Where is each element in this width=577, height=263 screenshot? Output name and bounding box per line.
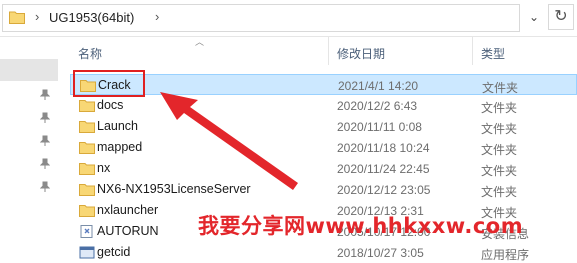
folder-icon [9,11,25,24]
file-type: 文件夹 [481,185,518,199]
file-type: 文件夹 [481,122,518,136]
pin-icon[interactable] [40,89,50,101]
file-row[interactable]: NX6-NX1953LicenseServer 2020/12/12 23:05 文… [70,179,577,200]
pin-icon[interactable] [40,181,50,193]
folder-icon [79,162,95,175]
file-type: 文件夹 [482,81,519,95]
file-name[interactable]: getcid [97,245,130,259]
file-date: 2020/12/2 6:43 [337,99,418,113]
folder-icon [79,204,95,217]
column-divider[interactable] [328,37,329,65]
column-type[interactable]: 类型 [481,45,505,62]
folder-icon [79,141,95,154]
file-date: 2021/4/1 14:20 [338,79,419,93]
file-name[interactable]: Launch [97,119,138,133]
file-name[interactable]: docs [97,98,123,112]
folder-icon [79,99,95,112]
folder-icon [79,183,95,196]
application-icon [79,246,95,259]
pin-icon[interactable] [40,112,50,124]
file-type: 应用程序 [481,248,530,262]
refresh-button[interactable]: ↻ [548,4,574,30]
file-row[interactable]: nx 2020/11/24 22:45 文件夹 [70,158,577,179]
annotation-highlight-box [73,70,145,97]
file-date: 2020/11/18 10:24 [337,141,430,155]
file-name[interactable]: AUTORUN [97,224,159,238]
navigation-pane [0,37,60,254]
pin-icon[interactable] [40,135,50,147]
nav-item-selected[interactable] [0,59,58,81]
setup-info-icon [79,225,95,238]
file-type: 文件夹 [481,101,518,115]
file-date: 2020/11/24 22:45 [337,162,430,176]
file-name[interactable]: mapped [97,140,142,154]
file-row[interactable]: mapped 2020/11/18 10:24 文件夹 [70,137,577,158]
file-name[interactable]: nx [97,161,110,175]
column-divider[interactable] [472,37,473,65]
column-date[interactable]: 修改日期 [337,45,385,62]
file-date: 2018/10/27 3:05 [337,246,424,260]
column-name[interactable]: 名称 [78,45,102,62]
file-row[interactable]: docs 2020/12/2 6:43 文件夹 [70,95,577,116]
folder-icon [79,120,95,133]
breadcrumb-path[interactable]: UG1953(64bit) [49,10,134,25]
sort-up-icon: ︿ [195,37,205,47]
breadcrumb-separator[interactable]: › [35,9,39,24]
file-row[interactable]: Launch 2020/11/11 0:08 文件夹 [70,116,577,137]
watermark-text: 我要分享网www.hhkxxw.com [198,214,524,238]
address-field[interactable]: › UG1953(64bit) › [2,4,520,32]
file-name[interactable]: NX6-NX1953LicenseServer [97,182,251,196]
chevron-down-icon[interactable]: ⌄ [524,7,544,27]
file-type: 文件夹 [481,164,518,178]
file-row[interactable]: getcid 2018/10/27 3:05 应用程序 [70,242,577,263]
address-bar: › UG1953(64bit) › ⌄ ↻ [0,0,577,37]
column-header: ︿ 名称 修改日期 类型 [60,37,577,65]
file-row[interactable]: Crack 2021/4/1 14:20 文件夹 [70,74,577,95]
pin-icon[interactable] [40,158,50,170]
breadcrumb-separator[interactable]: › [155,9,159,24]
file-type: 文件夹 [481,143,518,157]
file-name[interactable]: nxlauncher [97,203,158,217]
file-date: 2020/12/12 23:05 [337,183,431,197]
file-date: 2020/11/11 0:08 [337,120,422,134]
